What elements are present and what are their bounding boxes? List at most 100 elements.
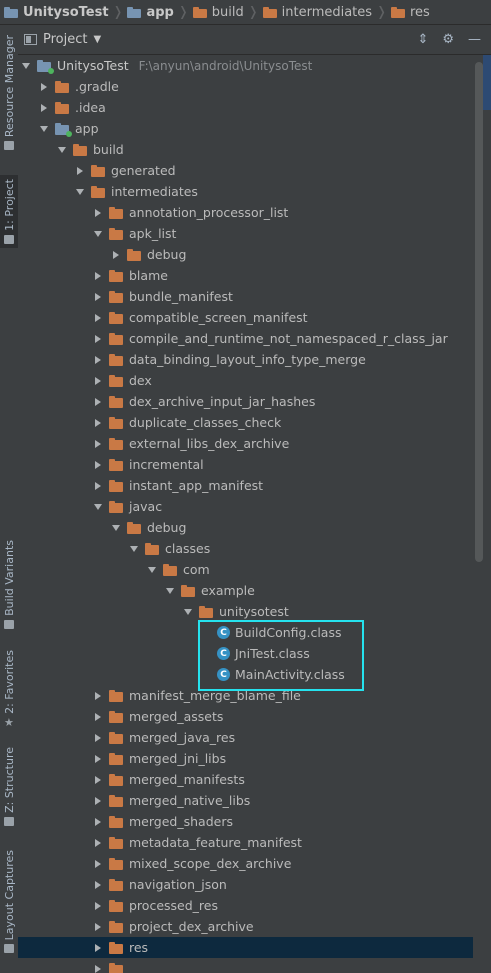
chevron-down-icon[interactable] [164, 585, 175, 596]
chevron-right-icon[interactable] [92, 375, 103, 386]
hide-icon[interactable]: — [468, 32, 481, 47]
chevron-right-icon[interactable] [92, 774, 103, 785]
chevron-right-icon[interactable] [92, 312, 103, 323]
chevron-right-icon[interactable] [92, 921, 103, 932]
tree-node-duplicate-classes-check[interactable]: duplicate_classes_check [18, 412, 473, 433]
chevron-right-icon[interactable] [92, 354, 103, 365]
tree-node-annotation-processor-list[interactable]: annotation_processor_list [18, 202, 473, 223]
folder-icon [262, 6, 277, 18]
tree-node-navigation-json[interactable]: navigation_json [18, 874, 473, 895]
chevron-right-icon[interactable] [92, 396, 103, 407]
chevron-right-icon[interactable] [92, 858, 103, 869]
chevron-right-icon[interactable] [92, 732, 103, 743]
tree-node-external-libs[interactable]: external_libs_dex_archive [18, 433, 473, 454]
tree-node-idea[interactable]: .idea [18, 97, 473, 118]
chevron-down-icon[interactable] [182, 606, 193, 617]
tree-node-root[interactable]: UnitysoTest F:\anyun\android\UnitysoTest [18, 55, 473, 76]
tree-node-blame[interactable]: blame [18, 265, 473, 286]
chevron-down-icon[interactable] [128, 543, 139, 554]
chevron-right-icon[interactable] [92, 690, 103, 701]
tab-layout-captures[interactable]: Layout Captures [0, 850, 18, 954]
chevron-down-icon[interactable] [92, 501, 103, 512]
tree-node-metadata-feature-manifest[interactable]: metadata_feature_manifest [18, 832, 473, 853]
tree-node-compatible-screen-manifest[interactable]: compatible_screen_manifest [18, 307, 473, 328]
chevron-down-icon[interactable] [92, 228, 103, 239]
chevron-right-icon[interactable] [92, 711, 103, 722]
chevron-right-icon[interactable] [92, 837, 103, 848]
tree-node-build[interactable]: build [18, 139, 473, 160]
chevron-down-icon[interactable] [20, 60, 31, 71]
tree-node-unitysotest[interactable]: unitysotest [18, 601, 473, 622]
tree-node-merged-native-libs[interactable]: merged_native_libs [18, 790, 473, 811]
tab-project[interactable]: 1: Project [0, 175, 18, 248]
chevron-right-icon[interactable] [92, 795, 103, 806]
tree-node-data-binding[interactable]: data_binding_layout_info_type_merge [18, 349, 473, 370]
tree-node-compile-r-class-jar[interactable]: compile_and_runtime_not_namespaced_r_cla… [18, 328, 473, 349]
chevron-right-icon[interactable] [92, 879, 103, 890]
tree-node-merged-assets[interactable]: merged_assets [18, 706, 473, 727]
tree-node-classes[interactable]: classes [18, 538, 473, 559]
tree-node-dex[interactable]: dex [18, 370, 473, 391]
tree-node-javac-debug[interactable]: debug [18, 517, 473, 538]
tree-node-mixed-scope-dex-archive[interactable]: mixed_scope_dex_archive [18, 853, 473, 874]
breadcrumb-item-project[interactable]: UnitysoTest [4, 5, 109, 20]
chevron-right-icon[interactable] [92, 459, 103, 470]
chevron-right-icon[interactable] [110, 249, 121, 260]
tree-node-res[interactable]: res [18, 937, 473, 958]
tree-node-example[interactable]: example [18, 580, 473, 601]
folder-icon [109, 815, 123, 828]
tree-node-incremental[interactable]: incremental [18, 454, 473, 475]
tree-node-generated[interactable]: generated [18, 160, 473, 181]
chevron-right-icon[interactable] [92, 438, 103, 449]
tree-node-apk-list[interactable]: apk_list [18, 223, 473, 244]
tree-node-intermediates[interactable]: intermediates [18, 181, 473, 202]
tool-window-strip: Resource Manager 1: Project Build Varian… [0, 25, 19, 973]
chevron-right-icon[interactable] [92, 417, 103, 428]
breadcrumb-item-intermediates[interactable]: intermediates [262, 5, 372, 20]
tree-node-merged-manifests[interactable]: merged_manifests [18, 769, 473, 790]
tab-build-variants[interactable]: Build Variants [0, 540, 18, 629]
chevron-right-icon[interactable] [38, 102, 49, 113]
tab-resource-manager[interactable]: Resource Manager [0, 35, 18, 151]
tab-favorites[interactable]: 2: Favorites ★ [0, 650, 18, 728]
tree-node-merged-jni-libs[interactable]: merged_jni_libs [18, 748, 473, 769]
chevron-right-icon[interactable] [92, 291, 103, 302]
chevron-right-icon[interactable] [92, 900, 103, 911]
chevron-right-icon[interactable] [92, 942, 103, 953]
tree-node-bundle-manifest[interactable]: bundle_manifest [18, 286, 473, 307]
chevron-right-icon[interactable] [92, 270, 103, 281]
collapse-all-icon[interactable]: ⇕ [417, 32, 428, 47]
chevron-down-icon[interactable] [38, 123, 49, 134]
chevron-right-icon[interactable] [92, 480, 103, 491]
tree-node-merged-shaders[interactable]: merged_shaders [18, 811, 473, 832]
tree-node-apk-list-debug[interactable]: debug [18, 244, 473, 265]
chevron-down-icon[interactable] [74, 186, 85, 197]
chevron-right-icon[interactable] [92, 963, 103, 973]
tree-node-gradle[interactable]: .gradle [18, 76, 473, 97]
gear-icon[interactable]: ⚙ [442, 32, 454, 47]
tree-node-project-dex-archive[interactable]: project_dex_archive [18, 916, 473, 937]
chevron-right-icon[interactable] [92, 207, 103, 218]
tree-node-app[interactable]: app [18, 118, 473, 139]
chevron-down-icon[interactable] [56, 144, 67, 155]
breadcrumb-item-res[interactable]: res [390, 5, 430, 20]
chevron-right-icon[interactable] [38, 81, 49, 92]
tree-node-partial[interactable] [18, 958, 473, 973]
tree-node-instant-app-manifest[interactable]: instant_app_manifest [18, 475, 473, 496]
chevron-right-icon[interactable] [74, 165, 85, 176]
chevron-down-icon[interactable] [110, 522, 121, 533]
tree-node-processed-res[interactable]: processed_res [18, 895, 473, 916]
breadcrumb-item-app[interactable]: app [127, 5, 174, 20]
chevron-down-icon[interactable] [146, 564, 157, 575]
breadcrumb-item-build[interactable]: build [192, 5, 244, 20]
chevron-right-icon[interactable] [92, 333, 103, 344]
chevron-right-icon[interactable] [92, 753, 103, 764]
project-view-selector[interactable]: Project ▼ [24, 32, 101, 47]
tree-node-com[interactable]: com [18, 559, 473, 580]
tree-node-dex-archive-hashes[interactable]: dex_archive_input_jar_hashes [18, 391, 473, 412]
tree-node-merged-java-res[interactable]: merged_java_res [18, 727, 473, 748]
tree-node-javac[interactable]: javac [18, 496, 473, 517]
chevron-right-icon[interactable] [92, 816, 103, 827]
tab-structure[interactable]: Z: Structure [0, 747, 18, 826]
scrollbar-thumb[interactable] [475, 62, 483, 562]
